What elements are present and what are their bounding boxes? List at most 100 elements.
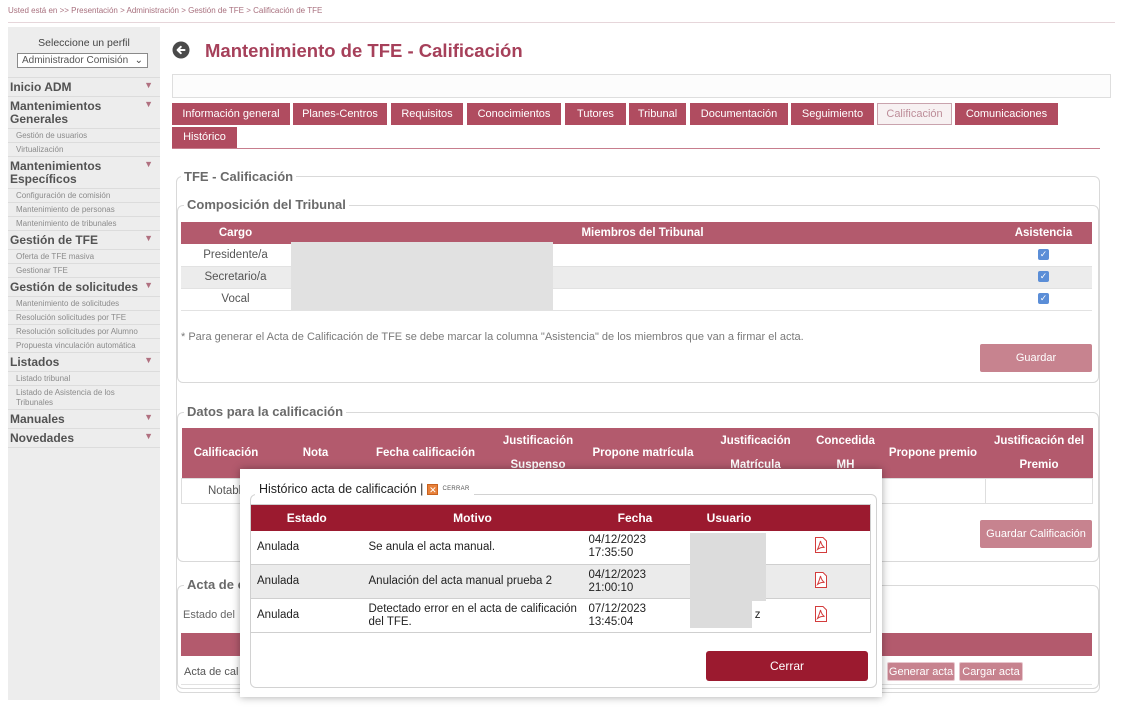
historico-legend: Histórico acta de calificación | ✕ CERRA… [255,482,474,496]
back-arrow-icon[interactable] [172,41,190,59]
sidebar: Seleccione un perfil Administrador Comis… [8,27,160,700]
estado-cell: Anulada [250,598,363,633]
fecha-cell: 04/12/2023 21:00:10 [582,564,688,599]
guardar-calificacion-button[interactable]: Guardar Calificación [980,520,1092,548]
chevron-down-icon: ▼ [144,431,153,441]
column-header-asistencia: Asistencia [995,222,1092,244]
menu-item-gestion-usuarios[interactable]: Gestión de usuarios [8,129,160,143]
menu-section-novedades[interactable]: Novedades ▼ [8,429,160,448]
tab-requisitos[interactable]: Requisitos [391,103,463,125]
menu-item-configuracion-comision[interactable]: Configuración de comisión [8,189,160,203]
menu-section-mantenimientos-generales[interactable]: Mantenimientos Generales ▼ [8,97,160,129]
pdf-cell [770,598,871,633]
menu-item-mantenimiento-tribunales[interactable]: Mantenimiento de tribunales [8,217,160,231]
menu-section-manuales[interactable]: Manuales ▼ [8,410,160,429]
column-header-propone-premio: Propone premio [880,428,986,478]
asistencia-checkbox[interactable]: ✓ [1038,249,1049,261]
sidebar-menu: Inicio ADM ▼ Mantenimientos Generales ▼ Ge… [8,77,160,448]
tab-planes-centros[interactable]: Planes-Centros [293,103,387,125]
menu-item-resolucion-solicitudes-tfe[interactable]: Resolución solicitudes por TFE [8,311,160,325]
menu-section-label: Manuales [10,412,65,426]
tab-tribunal[interactable]: Tribunal [629,103,686,125]
tab-historico[interactable]: Histórico [172,127,237,148]
chevron-down-icon: ▼ [144,280,153,290]
generar-acta-button[interactable]: Generar acta [887,662,955,681]
column-header-miembros: Miembros del Tribunal [290,222,995,244]
asistencia-checkbox[interactable]: ✓ [1038,271,1049,283]
close-icon[interactable]: ✕ [427,483,439,495]
pdf-icon[interactable] [814,537,828,554]
fecha-date: 04/12/2023 [588,568,647,581]
fecha-cell: 04/12/2023 17:35:50 [582,530,688,565]
profile-select[interactable]: Administrador Comisión ⌄ [17,53,148,68]
menu-section-label: Mantenimientos Específicos [10,159,102,186]
breadcrumb-divider [8,22,1115,23]
tabs-divider [172,148,1100,149]
tab-calificacion[interactable]: Calificación [877,103,952,125]
asistencia-cell: ✓ [995,244,1092,267]
column-header-justificacion-premio: Justificación del Premio [985,428,1093,478]
historico-table: Estado Motivo Fecha Usuario Anulada Se a… [250,504,871,633]
datos-legend: Datos para la calificación [184,404,347,419]
close-label[interactable]: CERRAR [442,486,469,492]
pdf-icon[interactable] [814,571,828,588]
guardar-button[interactable]: Guardar [980,344,1092,372]
column-header-motivo: Motivo [362,504,583,531]
acta-legend: Acta de c [184,577,248,592]
menu-item-listado-tribunal[interactable]: Listado tribunal [8,372,160,386]
column-header-acciones [770,504,871,531]
tab-comunicaciones[interactable]: Comunicaciones [955,103,1058,125]
menu-item-mantenimiento-personas[interactable]: Mantenimiento de personas [8,203,160,217]
table-row: Anulada Anulación del acta manual prueba… [250,564,871,599]
profile-label: Seleccione un perfil [38,37,130,49]
menu-section-listados[interactable]: Listados ▼ [8,353,160,372]
cargo-cell: Vocal [181,288,290,311]
acta-row-label: Acta de cal [184,666,239,678]
tribunal-legend: Composición del Tribunal [184,197,349,212]
cerrar-button[interactable]: Cerrar [706,651,868,681]
menu-section-gestion-solicitudes[interactable]: Gestión de solicitudes ▼ [8,278,160,297]
acta-estado-label: Estado del [183,609,235,621]
table-header-row: Cargo Miembros del Tribunal Asistencia [181,222,1092,244]
menu-item-oferta-tfe-masiva[interactable]: Oferta de TFE masiva [8,250,160,264]
column-header-usuario: Usuario [687,504,771,531]
menu-item-virtualizacion[interactable]: Virtualización [8,143,160,157]
table-header-row: Estado Motivo Fecha Usuario [250,504,871,531]
cargar-acta-button[interactable]: Cargar acta [959,662,1023,681]
menu-section-inicio-adm[interactable]: Inicio ADM ▼ [8,78,160,97]
menu-item-gestionar-tfe[interactable]: Gestionar TFE [8,264,160,278]
historico-modal: Histórico acta de calificación | ✕ CERRA… [240,469,882,697]
historico-title: Histórico acta de calificación | [259,482,424,496]
estado-cell: Anulada [250,530,363,565]
redacted-user-block [690,533,766,601]
asistencia-checkbox[interactable]: ✓ [1038,293,1049,305]
column-header-fecha: Fecha [582,504,688,531]
menu-item-resolucion-solicitudes-alumno[interactable]: Resolución solicitudes por Alumno [8,325,160,339]
table-row: Anulada Detectado error en el acta de ca… [250,598,871,633]
menu-section-gestion-tfe[interactable]: Gestión de TFE ▼ [8,231,160,250]
tab-documentacion[interactable]: Documentación [690,103,788,125]
pdf-icon[interactable] [814,605,828,622]
motivo-cell: Detectado error en el acta de calificaci… [362,598,583,633]
tab-seguimiento[interactable]: Seguimiento [791,103,874,125]
tab-informacion-general[interactable]: Información general [172,103,290,125]
chevron-down-icon: ⌄ [134,55,143,66]
menu-item-propuesta-vinculacion[interactable]: Propuesta vinculación automática [8,339,160,353]
pdf-cell [770,530,871,565]
redacted-user-block [690,601,752,628]
tab-tutores[interactable]: Tutores [565,103,626,125]
fecha-time: 17:35:50 [588,547,634,560]
menu-item-mantenimiento-solicitudes[interactable]: Mantenimiento de solicitudes [8,297,160,311]
estado-cell: Anulada [250,564,363,599]
fecha-time: 21:00:10 [588,581,634,594]
asistencia-cell: ✓ [995,266,1092,289]
menu-section-label: Gestión de solicitudes [10,280,139,294]
menu-item-listado-asistencia[interactable]: Listado de Asistencia de los Tribunales [8,386,160,410]
tab-conocimientos[interactable]: Conocimientos [467,103,561,125]
pdf-cell [770,564,871,599]
fecha-cell: 07/12/2023 13:45:04 [582,598,688,633]
justificacion-premio-cell [985,477,1093,504]
chevron-down-icon: ▼ [144,99,153,109]
menu-section-mantenimientos-especificos[interactable]: Mantenimientos Específicos ▼ [8,157,160,189]
fecha-date: 07/12/2023 [588,602,647,615]
